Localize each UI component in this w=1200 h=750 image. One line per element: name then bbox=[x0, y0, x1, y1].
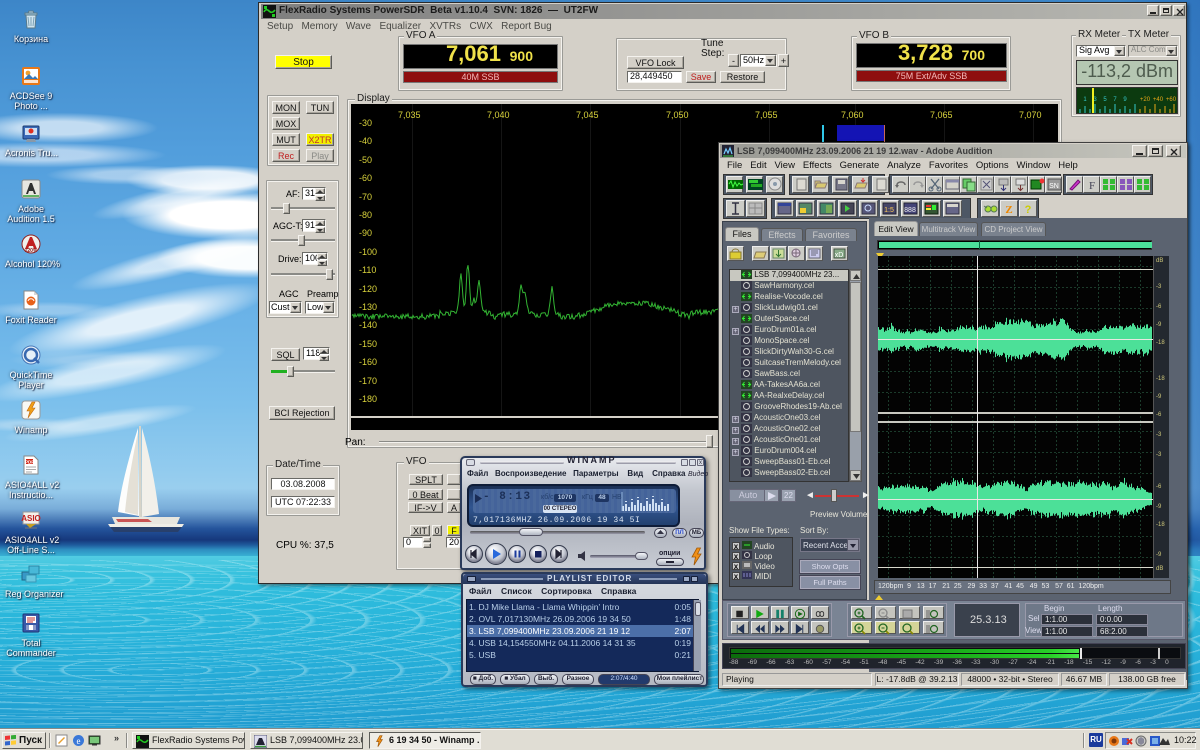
svg-text:?: ? bbox=[1025, 204, 1032, 216]
svg-text:F: F bbox=[1089, 180, 1095, 192]
svg-text:PDF: PDF bbox=[25, 459, 34, 464]
svg-text:+20: +20 bbox=[1140, 97, 1151, 103]
svg-text:ASIO: ASIO bbox=[21, 514, 41, 523]
svg-text:120%: 120% bbox=[25, 248, 38, 254]
svg-text:+60: +60 bbox=[1166, 97, 1177, 103]
svg-text:1:5: 1:5 bbox=[884, 207, 894, 214]
svg-text:5: 5 bbox=[1103, 97, 1107, 103]
svg-text:e: e bbox=[77, 736, 81, 746]
svg-text:xD: xD bbox=[835, 252, 844, 259]
svg-text:+40: +40 bbox=[1153, 97, 1164, 103]
svg-text:Z: Z bbox=[1005, 204, 1012, 216]
svg-text:888: 888 bbox=[904, 207, 916, 214]
svg-text:1: 1 bbox=[1083, 97, 1087, 103]
svg-text:9: 9 bbox=[1123, 97, 1127, 103]
svg-text:SN: SN bbox=[1049, 183, 1059, 190]
svg-text:7: 7 bbox=[1113, 97, 1117, 103]
